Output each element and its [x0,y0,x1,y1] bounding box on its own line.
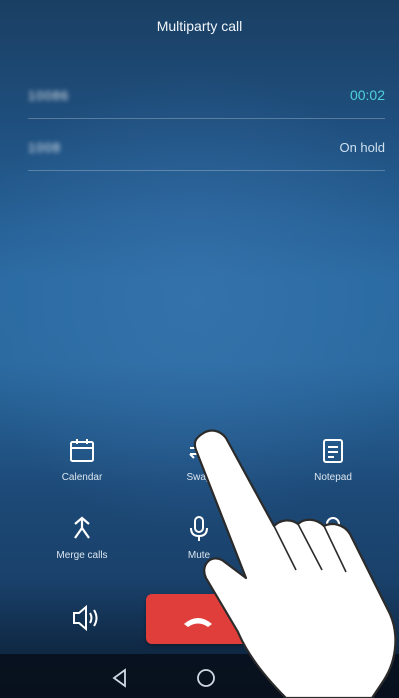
call-timer: 00:02 [349,87,385,103]
hand-gesture-illustration [193,429,397,698]
call-screen: Multiparty call 10086 00:02 1008 On hold… [0,0,399,698]
calendar-icon [70,439,94,462]
merge-calls-label: Merge calls [56,550,108,561]
speaker-icon[interactable] [64,600,108,636]
merge-calls-button[interactable]: Merge calls [27,514,137,561]
merge-icon [74,516,90,539]
back-icon[interactable] [108,666,132,690]
call-row-active[interactable]: 10086 00:02 [28,72,385,119]
calendar-button[interactable]: Calendar [27,436,137,483]
page-title: Multiparty call [156,18,243,34]
call-row-hold[interactable]: 1008 On hold [28,124,385,171]
caller-number: 10086 [28,87,70,103]
caller-number: 1008 [28,139,61,155]
hold-status: On hold [339,139,385,155]
calendar-label: Calendar [61,472,103,483]
